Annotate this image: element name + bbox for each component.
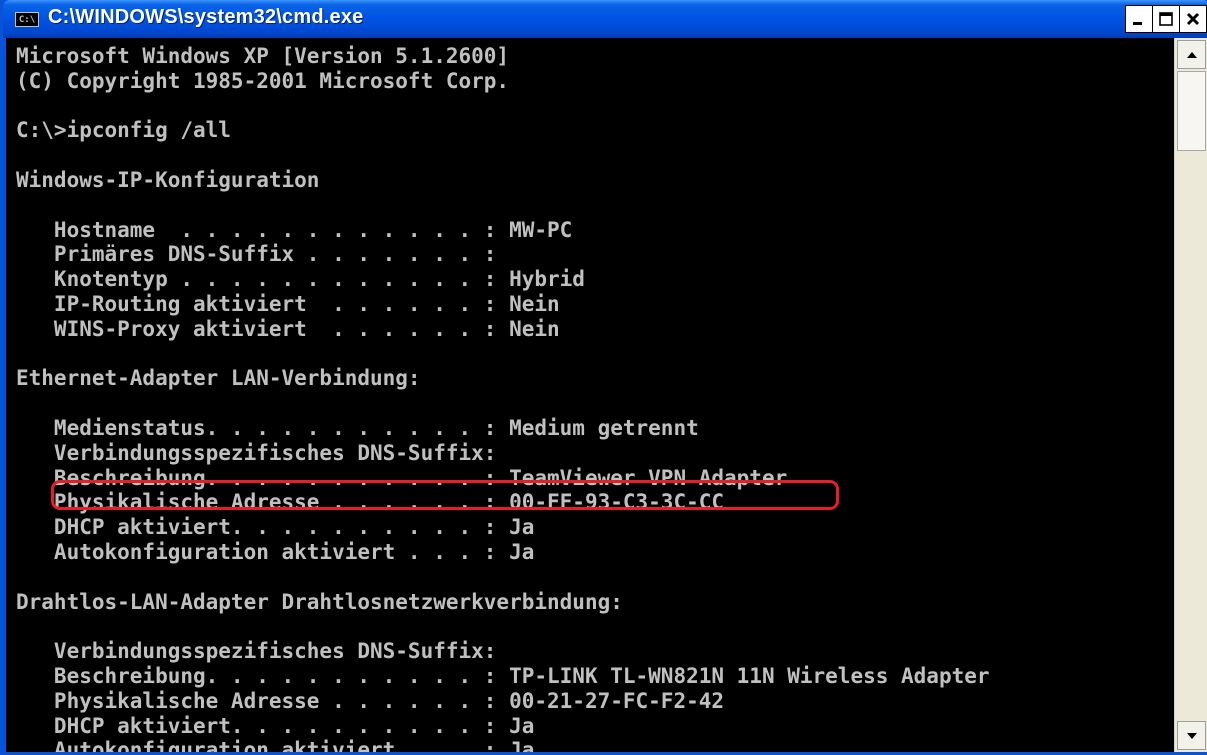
close-icon [1186,12,1200,26]
console-line: Verbindungsspezifisches DNS-Suffix: [16,639,497,664]
title-bar[interactable]: C:\ C:\WINDOWS\system32\cmd.exe [3,0,1207,38]
scrollbar-thumb[interactable] [1177,71,1206,151]
minimize-button[interactable] [1125,5,1153,33]
close-button[interactable] [1179,5,1207,33]
maximize-button[interactable] [1152,5,1180,33]
console-line: Ethernet-Adapter LAN-Verbindung: [16,366,421,391]
console-line: DHCP aktiviert. . . . . . . . . . : Ja [16,713,535,738]
console-line: (C) Copyright 1985-2001 Microsoft Corp. [16,68,510,93]
scroll-down-icon [1186,732,1197,739]
scroll-up-button[interactable] [1177,40,1206,69]
console-output[interactable]: Microsoft Windows XP [Version 5.1.2600](… [6,38,1174,752]
console-line: IP-Routing aktiviert . . . . . . : Nein [16,291,560,316]
minimize-icon [1133,22,1142,25]
console-line: Knotentyp . . . . . . . . . . . . : Hybr… [16,267,585,292]
console-line: WINS-Proxy aktiviert . . . . . . : Nein [16,316,560,341]
console-line: Beschreibung. . . . . . . . . . . : TP-L… [16,663,990,688]
console-line: Primäres DNS-Suffix . . . . . . . : [16,242,497,267]
console-line: Medienstatus. . . . . . . . . . . : Medi… [16,415,699,440]
console-line: DHCP aktiviert. . . . . . . . . . : Ja [16,515,535,540]
console-line: Verbindungsspezifisches DNS-Suffix: [16,440,497,465]
scroll-down-button[interactable] [1177,721,1206,750]
console-line: Hostname . . . . . . . . . . . . : MW-PC [16,217,573,242]
window-title: C:\WINDOWS\system32\cmd.exe [48,6,364,28]
console-line: Drahtlos-LAN-Adapter Drahtlosnetzwerkver… [16,589,623,614]
console-line: Autokonfiguration aktiviert . . . : Ja [16,738,535,752]
cmd-icon[interactable]: C:\ [15,12,39,27]
mac-address-highlight [51,480,839,510]
vertical-scrollbar[interactable] [1174,38,1207,752]
console-line: Autokonfiguration aktiviert . . . : Ja [16,539,535,564]
scroll-up-icon [1186,51,1197,58]
console-text: Microsoft Windows XP [Version 5.1.2600](… [6,38,1174,752]
cmd-window: C:\ C:\WINDOWS\system32\cmd.exe Microsof… [0,0,1207,755]
console-line: C:\>ipconfig /all [16,118,231,143]
console-line: Microsoft Windows XP [Version 5.1.2600] [16,44,510,68]
maximize-icon [1159,12,1173,26]
console-line: Physikalische Adresse . . . . . . : 00-2… [16,688,725,713]
console-line: Windows-IP-Konfiguration [16,167,320,192]
